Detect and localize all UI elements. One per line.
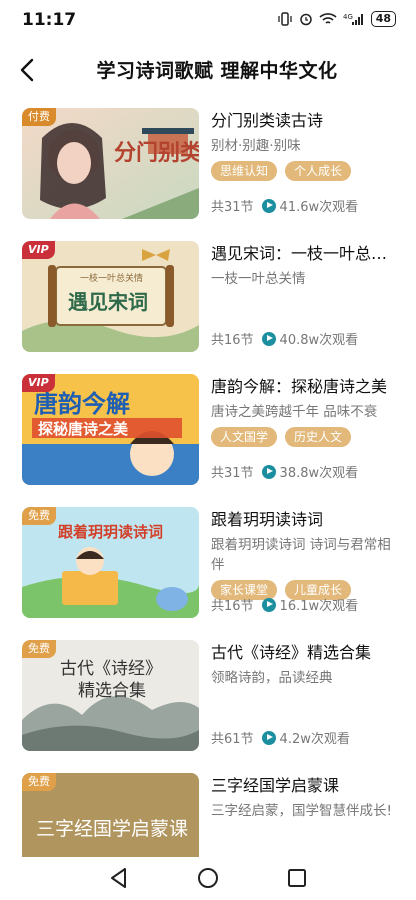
course-tags: 思维认知 个人成长 [211,161,393,181]
course-list[interactable]: 分门别类 付费 分门别类读古诗 别材·别趣·别味 思维认知 个人成长 共31节 … [0,100,416,857]
course-title[interactable]: 唐韵今解：探秘唐诗之美 [211,376,393,398]
course-badge: VIP [22,374,55,392]
course-thumbnail[interactable]: 分门别类 付费 [22,108,199,219]
course-badge: 免费 [22,640,56,658]
lesson-count: 共16节 [211,599,254,614]
view-count: 4.2w次观看 [279,732,350,747]
nav-recents-button[interactable] [284,865,310,891]
course-thumbnail[interactable]: 跟着玥玥读诗词 免费 [22,507,199,618]
course-item-4[interactable]: 古代《诗经》 精选合集 免费 古代《诗经》精选合集 领略诗韵，品读经典 共61节… [0,632,416,764]
svg-text:4G: 4G [343,13,353,21]
page-title: 学习诗词歌赋 理解中华文化 [96,60,338,82]
course-badge: 免费 [22,507,56,525]
nav-home-button[interactable] [195,865,221,891]
course-tag[interactable]: 个人成长 [285,161,352,181]
view-count: 40.8w次观看 [279,333,359,348]
course-meta: 共31节 41.6w次观看 [211,196,358,215]
course-title[interactable]: 遇见宋词：一枝一叶总关情 [211,243,393,265]
course-tags: 人文国学 历史人文 [211,427,393,447]
course-tag[interactable]: 历史人文 [285,427,352,447]
lesson-count: 共61节 [211,732,254,747]
thumbnail-title-text: 古代《诗经》 [60,659,162,679]
lesson-count: 共16节 [211,333,254,348]
triangle-back-icon [111,868,126,888]
nav-back-button[interactable] [106,865,132,891]
course-desc: 跟着玥玥读诗词 诗词与君常相伴 [211,537,391,573]
course-item-3[interactable]: 跟着玥玥读诗词 免费 跟着玥玥读诗词 跟着玥玥读诗词 诗词与君常相伴 家长课堂 … [0,499,416,631]
course-title[interactable]: 三字经国学启蒙课 [211,775,393,797]
thumbnail-subtitle-text: 精选合集 [78,681,146,701]
thumbnail-subtitle-text: 一枝一叶总关情 [80,272,143,284]
course-desc: 唐诗之美跨越千年 品味不衰 [211,404,378,420]
vibrate-icon [278,12,292,26]
course-meta: 共16节 40.8w次观看 [211,329,358,348]
course-info: 三字经国学启蒙课 三字经启蒙，国学智慧伴成长! [211,775,393,821]
thumbnail-subtitle-text: 探秘唐诗之美 [38,420,129,438]
header: 学习诗词歌赋 理解中华文化 [0,44,416,96]
course-thumbnail[interactable]: 唐韵今解 探秘唐诗之美 VIP [22,374,199,485]
course-meta: 共61节 4.2w次观看 [211,728,350,747]
course-desc: 别材·别趣·别味 [211,138,301,154]
course-item-0[interactable]: 分门别类 付费 分门别类读古诗 别材·别趣·别味 思维认知 个人成长 共31节 … [0,100,416,232]
course-info: 古代《诗经》精选合集 领略诗韵，品读经典 [211,642,393,688]
course-thumbnail[interactable]: 古代《诗经》 精选合集 免费 [22,640,199,751]
course-badge: 免费 [22,773,56,791]
circle-home-icon [198,868,218,888]
course-title[interactable]: 分门别类读古诗 [211,110,393,132]
alarm-icon [299,13,312,26]
thumbnail-title-text: 唐韵今解 [34,390,130,418]
course-info: 唐韵今解：探秘唐诗之美 唐诗之美跨越千年 品味不衰 人文国学 历史人文 [211,376,393,447]
status-time: 11:17 [22,10,77,30]
course-title[interactable]: 古代《诗经》精选合集 [211,642,393,664]
course-info: 分门别类读古诗 别材·别趣·别味 思维认知 个人成长 [211,110,393,181]
play-icon [261,198,276,213]
cell-signal-icon: 4G [343,13,363,25]
status-icons: 4G 48 [277,11,396,27]
course-meta: 共16节 16.1w次观看 [211,595,358,614]
view-count: 16.1w次观看 [279,599,359,614]
course-title[interactable]: 跟着玥玥读诗词 [211,509,393,531]
course-item-2[interactable]: 唐韵今解 探秘唐诗之美 VIP 唐韵今解：探秘唐诗之美 唐诗之美跨越千年 品味不… [0,366,416,498]
course-item-5[interactable]: 三字经国学启蒙课 免费 三字经国学启蒙课 三字经启蒙，国学智慧伴成长! [0,765,416,857]
course-desc: 三字经启蒙，国学智慧伴成长! [211,803,392,819]
view-count: 41.6w次观看 [279,200,359,215]
lesson-count: 共31节 [211,200,254,215]
play-icon [261,464,276,479]
lesson-count: 共31节 [211,466,254,481]
status-bar: 11:17 4G 48 [0,0,416,40]
course-tag[interactable]: 思维认知 [211,161,278,181]
wifi-icon [319,13,337,24]
play-icon [261,730,276,745]
system-nav-bar [0,857,416,900]
play-icon [261,597,276,612]
course-info: 跟着玥玥读诗词 跟着玥玥读诗词 诗词与君常相伴 家长课堂 儿童成长 [211,509,393,600]
thumbnail-title-text: 分门别类 [114,140,199,166]
thumbnail-title-text: 跟着玥玥读诗词 [58,523,163,541]
course-desc: 领略诗韵，品读经典 [211,670,333,686]
course-badge: 付费 [22,108,56,126]
course-item-1[interactable]: 遇见宋词 一枝一叶总关情 VIP 遇见宋词：一枝一叶总关情 一枝一叶总关情 共1… [0,233,416,365]
course-thumbnail[interactable]: 三字经国学启蒙课 免费 [22,773,199,857]
course-tag[interactable]: 人文国学 [211,427,278,447]
course-thumbnail[interactable]: 遇见宋词 一枝一叶总关情 VIP [22,241,199,352]
course-info: 遇见宋词：一枝一叶总关情 一枝一叶总关情 [211,243,393,289]
view-count: 38.8w次观看 [279,466,359,481]
thumbnail-title-text: 遇见宋词 [68,290,148,314]
battery-indicator: 48 [370,11,396,27]
play-icon [261,331,276,346]
course-desc: 一枝一叶总关情 [211,271,306,287]
course-meta: 共31节 38.8w次观看 [211,462,358,481]
square-recents-icon [288,869,306,887]
thumbnail-title-text: 三字经国学启蒙课 [36,818,188,840]
course-badge: VIP [22,241,55,259]
